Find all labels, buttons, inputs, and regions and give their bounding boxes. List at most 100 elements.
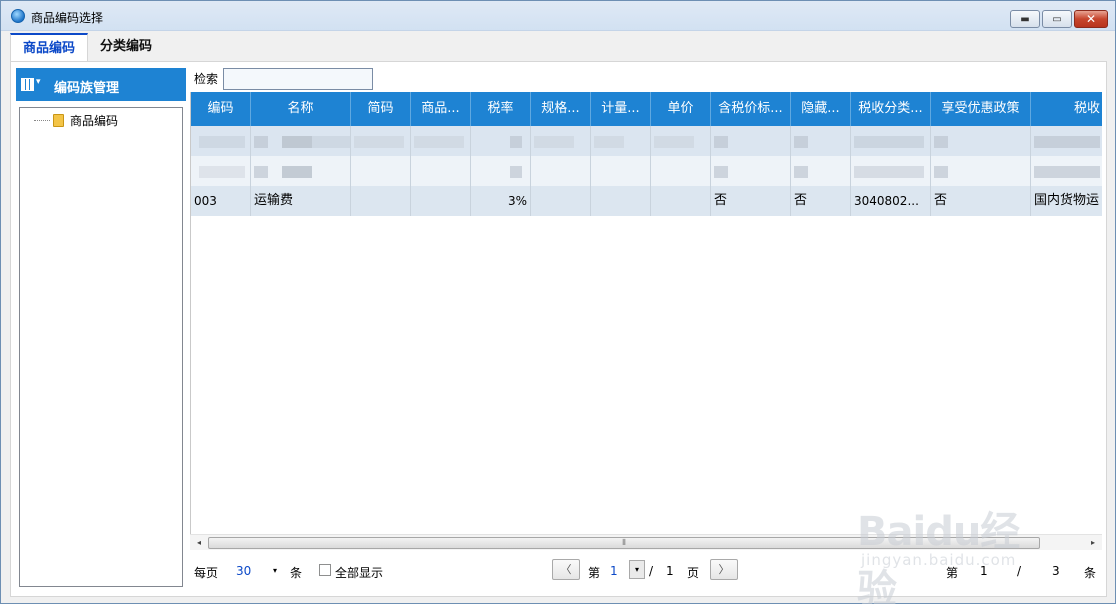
- minimize-icon: ▬: [1020, 13, 1030, 25]
- tab-product-code[interactable]: 商品编码: [10, 33, 89, 61]
- page-size-value: 30: [236, 564, 252, 578]
- blurred-cell: [1031, 156, 1102, 186]
- blurred-cell: [531, 126, 591, 156]
- blurred-cell: [651, 156, 711, 186]
- scroll-right-icon[interactable]: ▸: [1086, 536, 1100, 550]
- chevron-right-icon: 〉: [718, 563, 730, 576]
- per-page-unit: 条: [290, 566, 303, 580]
- maximize-icon: ▭: [1052, 13, 1062, 25]
- next-page-button[interactable]: 〉: [710, 559, 738, 580]
- total-pages: 1: [666, 564, 674, 578]
- blurred-cell: [851, 156, 931, 186]
- tab-category-code[interactable]: 分类编码: [88, 33, 164, 61]
- col-header-short-code[interactable]: 简码: [351, 92, 411, 126]
- blurred-cell: [251, 156, 351, 186]
- blurred-cell: [251, 126, 351, 156]
- cell-spec: [531, 186, 591, 216]
- cell-tax-included: 否: [711, 186, 791, 216]
- blurred-cell: [411, 126, 471, 156]
- grid-menu-icon: [21, 78, 34, 91]
- col-header-code[interactable]: 编码: [191, 92, 251, 126]
- blurred-cell: [191, 156, 251, 186]
- cell-code: 003: [191, 186, 251, 216]
- search-input[interactable]: [223, 68, 373, 90]
- baidu-watermark: Baidu经验 jingyan.baidu.com: [857, 489, 1057, 604]
- col-header-tax-category[interactable]: 税收分类...: [851, 92, 931, 126]
- cell-preferential: 否: [931, 186, 1031, 216]
- blurred-cell: [711, 126, 791, 156]
- col-header-hidden[interactable]: 隐藏...: [791, 92, 851, 126]
- cell-tax-category: 3040802...: [851, 186, 931, 216]
- blurred-cell: [411, 156, 471, 186]
- col-header-product[interactable]: 商品...: [411, 92, 471, 126]
- close-button[interactable]: ✕: [1074, 10, 1108, 28]
- tab-bar: 商品编码 分类编码: [10, 33, 164, 61]
- blurred-cell: [471, 126, 531, 156]
- dropdown-caret-icon: ▾: [36, 77, 41, 87]
- code-family-header[interactable]: ▾ 编码族管理: [16, 68, 186, 101]
- col-header-preferential[interactable]: 享受优惠政策: [931, 92, 1031, 126]
- col-header-tax-included[interactable]: 含税价标...: [711, 92, 791, 126]
- chevron-down-icon[interactable]: ▾: [268, 562, 282, 579]
- page-unit: 页: [687, 566, 700, 580]
- tree-item-label: 商品编码: [70, 114, 119, 128]
- blurred-cell: [1031, 126, 1102, 156]
- blurred-cell: [931, 156, 1031, 186]
- blurred-cell: [531, 156, 591, 186]
- cell-price: [651, 186, 711, 216]
- product-grid: 编码 名称 简码 商品... 税率 规格... 计量... 单价 含税价标...…: [190, 92, 1102, 534]
- table-row-blurred[interactable]: [191, 156, 1102, 186]
- blurred-cell: [651, 126, 711, 156]
- blurred-cell: [791, 126, 851, 156]
- app-icon: [11, 9, 25, 23]
- table-row-blurred[interactable]: [191, 126, 1102, 156]
- blurred-cell: [591, 126, 651, 156]
- cell-name: 运输费: [251, 186, 351, 216]
- folder-icon: [53, 114, 64, 127]
- prev-page-button[interactable]: 〈: [552, 559, 580, 580]
- page-select-button[interactable]: ▾: [629, 560, 645, 579]
- watermark-url: jingyan.baidu.com: [861, 551, 1017, 569]
- search-label: 检索: [194, 72, 219, 86]
- scroll-left-icon[interactable]: ◂: [192, 536, 206, 550]
- window-title: 商品编码选择: [31, 11, 104, 25]
- tree-item-product-code[interactable]: 商品编码: [34, 112, 118, 129]
- blurred-cell: [471, 156, 531, 186]
- tree-connector: [34, 120, 50, 121]
- blurred-cell: [591, 156, 651, 186]
- blurred-cell: [931, 126, 1031, 156]
- cell-short-code: [351, 186, 411, 216]
- show-all-label: 全部显示: [335, 566, 384, 580]
- col-header-tax-rate[interactable]: 税率: [471, 92, 531, 126]
- cell-tax-rate: 3%: [471, 186, 531, 216]
- col-header-tax-desc[interactable]: 税收: [1031, 92, 1102, 126]
- chevron-down-icon: ▾: [634, 565, 639, 574]
- cell-hidden: 否: [791, 186, 851, 216]
- blurred-cell: [711, 156, 791, 186]
- show-all-checkbox[interactable]: [319, 564, 331, 576]
- col-header-spec[interactable]: 规格...: [531, 92, 591, 126]
- maximize-button[interactable]: ▭: [1042, 10, 1072, 28]
- blurred-cell: [191, 126, 251, 156]
- cell-product: [411, 186, 471, 216]
- cell-tax-desc: 国内货物运: [1031, 186, 1102, 216]
- col-header-name[interactable]: 名称: [251, 92, 351, 126]
- dialog-window: 商品编码选择 ▬ ▭ ✕ 商品编码 分类编码 ▾ 编码族管理 商品编码 检索 编…: [0, 0, 1116, 604]
- code-tree: 商品编码: [19, 107, 183, 587]
- minimize-button[interactable]: ▬: [1010, 10, 1040, 28]
- grid-header: 编码 名称 简码 商品... 税率 规格... 计量... 单价 含税价标...…: [191, 92, 1102, 126]
- per-page-label: 每页: [194, 566, 219, 580]
- page-size-select[interactable]: 30 ▾: [234, 561, 282, 580]
- col-header-unit[interactable]: 计量...: [591, 92, 651, 126]
- table-row[interactable]: 003 运输费 3% 否 否 3040802... 否 国内货物运: [191, 186, 1102, 216]
- col-header-price[interactable]: 单价: [651, 92, 711, 126]
- record-unit: 条: [1084, 566, 1097, 580]
- code-family-label: 编码族管理: [54, 81, 120, 96]
- title-bar: 商品编码选择 ▬ ▭ ✕: [1, 1, 1115, 31]
- close-icon: ✕: [1085, 12, 1097, 26]
- cell-unit: [591, 186, 651, 216]
- blurred-cell: [351, 156, 411, 186]
- blurred-cell: [851, 126, 931, 156]
- current-page[interactable]: 1: [610, 564, 618, 578]
- chevron-left-icon: 〈: [560, 563, 572, 576]
